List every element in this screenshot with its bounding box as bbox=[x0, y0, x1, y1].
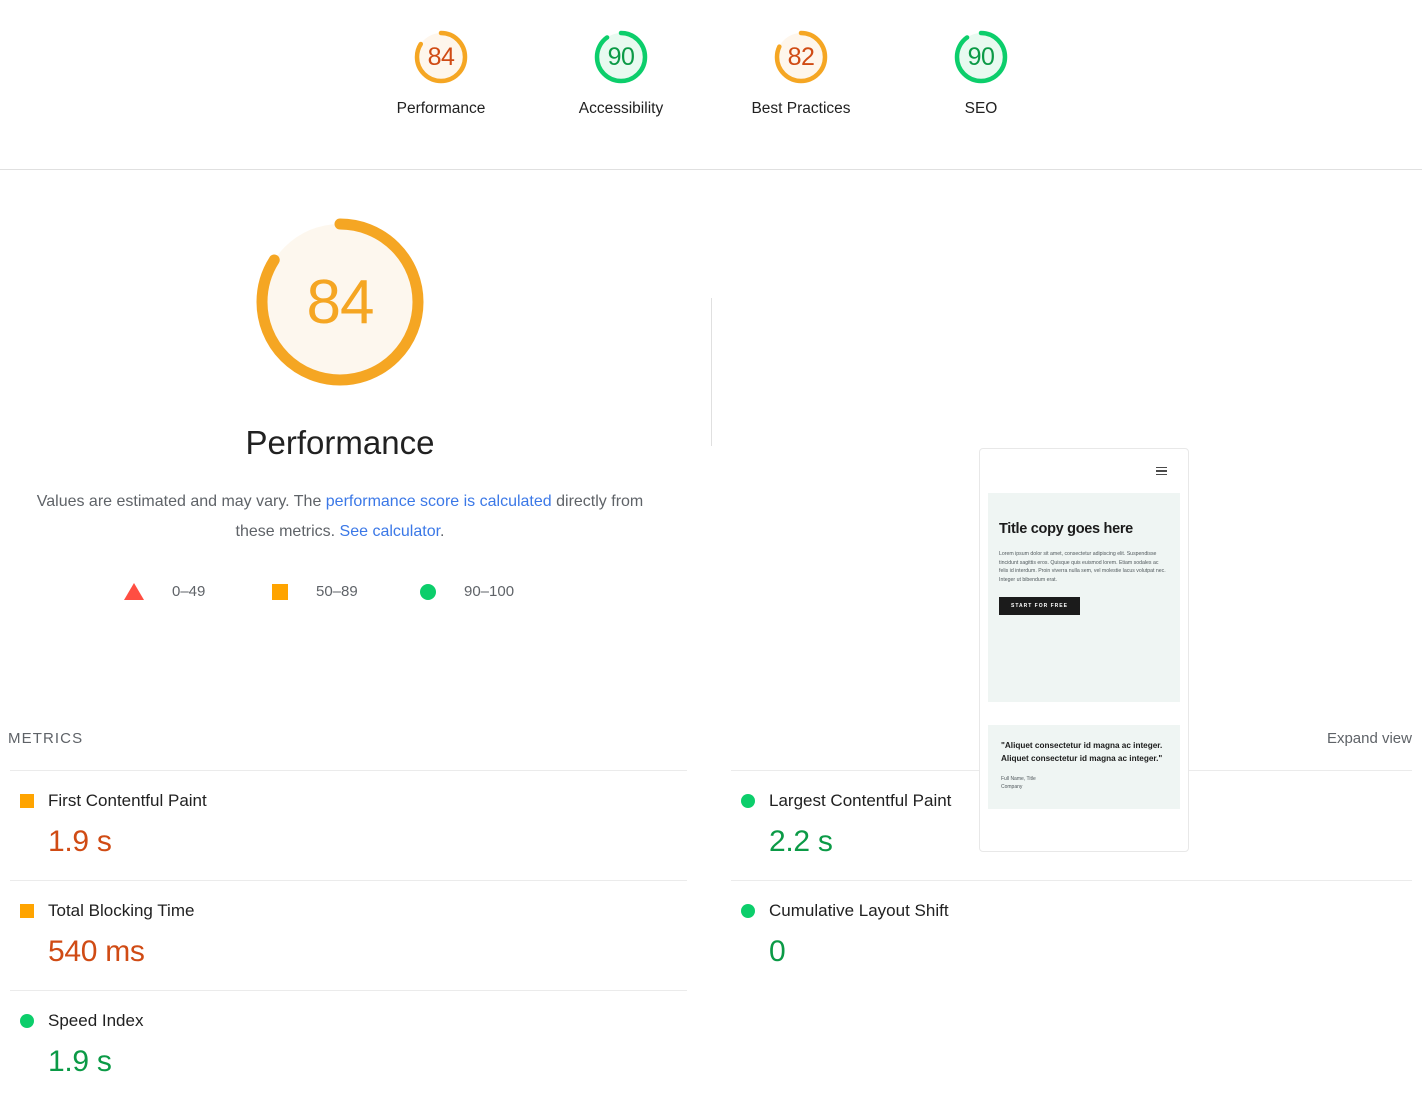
metric-value: 540 ms bbox=[48, 935, 145, 968]
expand-view-button[interactable]: Expand view bbox=[1327, 730, 1412, 747]
legend-range-label: 0–49 bbox=[172, 583, 206, 600]
score-gauge-accessibility[interactable]: 90 Accessibility bbox=[531, 26, 711, 118]
metric-value: 1.9 s bbox=[48, 1045, 112, 1078]
desc-text-3: . bbox=[440, 523, 445, 540]
hamburger-icon bbox=[1156, 466, 1167, 476]
metric-value: 0 bbox=[769, 935, 786, 968]
legend-range-label: 90–100 bbox=[464, 583, 515, 600]
gauge-label: Best Practices bbox=[751, 100, 851, 117]
performance-description: Values are estimated and may vary. The p… bbox=[0, 487, 680, 547]
gauge-label: Accessibility bbox=[578, 100, 664, 117]
score-gauge-seo[interactable]: 90 SEO bbox=[891, 26, 1071, 118]
score-gauges-list: 84 Performance 90 Accessibility 82 Best … bbox=[0, 0, 1422, 118]
triangle-icon bbox=[124, 583, 144, 600]
metric-row: Cumulative Layout Shift bbox=[741, 901, 1402, 921]
thumbnail-navbar bbox=[980, 449, 1188, 493]
metric-value: 1.9 s bbox=[48, 825, 112, 858]
thumbnail-attribution-name: Full Name, Title bbox=[1001, 776, 1036, 783]
gauge-ring: 90 bbox=[950, 26, 1012, 88]
gauge-ring: 82 bbox=[770, 26, 832, 88]
gauge-score-value: 84 bbox=[427, 42, 455, 71]
metrics-header: METRICS Expand view bbox=[0, 730, 1422, 770]
final-screenshot-thumbnail[interactable]: Title copy goes here Lorem ipsum dolor s… bbox=[979, 448, 1189, 852]
page-title: Performance bbox=[245, 424, 435, 461]
category-summary-section: 84 Performance Values are estimated and … bbox=[0, 170, 1422, 852]
square-icon bbox=[20, 904, 34, 918]
vertical-divider bbox=[711, 298, 712, 446]
circle-icon bbox=[741, 904, 755, 918]
gauge-label: Performance bbox=[396, 100, 486, 117]
thumbnail-hero: Title copy goes here Lorem ipsum dolor s… bbox=[988, 493, 1180, 702]
score-gauge-best-practices[interactable]: 82 Best Practices bbox=[711, 26, 891, 118]
metric-row: Speed Index bbox=[20, 1011, 677, 1031]
circle-icon bbox=[420, 583, 436, 600]
performance-score-value: 84 bbox=[306, 267, 375, 337]
square-icon bbox=[20, 794, 34, 808]
gauge-score-value: 90 bbox=[607, 42, 635, 71]
score-legend: 0–49 50–89 90–100 bbox=[0, 583, 680, 600]
gauge-ring: 84 bbox=[410, 26, 472, 88]
thumbnail-cta-button: START FOR FREE bbox=[999, 597, 1080, 616]
metric-item-total-blocking-time[interactable]: Total Blocking Time 540 ms bbox=[10, 880, 687, 990]
metrics-section-title: METRICS bbox=[8, 730, 84, 747]
circle-icon bbox=[741, 794, 755, 808]
thumbnail-attribution-company: Company bbox=[1001, 783, 1023, 790]
metric-label: Total Blocking Time bbox=[48, 901, 195, 920]
metric-label: Largest Contentful Paint bbox=[769, 791, 952, 810]
metric-item-first-contentful-paint[interactable]: First Contentful Paint 1.9 s bbox=[10, 770, 687, 880]
metric-label: Speed Index bbox=[48, 1011, 144, 1030]
thumbnail-attribution: Full Name, Title Company bbox=[1001, 776, 1167, 791]
performance-score-calculated-link[interactable]: performance score is calculated bbox=[326, 493, 552, 510]
metric-item-speed-index[interactable]: Speed Index 1.9 s bbox=[10, 990, 687, 1100]
metric-label: First Contentful Paint bbox=[48, 791, 207, 810]
circle-icon bbox=[20, 1014, 34, 1028]
score-gauges-bar: 84 Performance 90 Accessibility 82 Best … bbox=[0, 0, 1422, 170]
legend-range-label: 50–89 bbox=[316, 583, 358, 600]
metrics-grid: First Contentful Paint 1.9 s Total Block… bbox=[0, 770, 1422, 1100]
score-gauge-performance[interactable]: 84 Performance bbox=[351, 26, 531, 118]
metric-row: Total Blocking Time bbox=[20, 901, 677, 921]
performance-gauge[interactable]: 84 bbox=[250, 212, 430, 392]
desc-text-1: Values are estimated and may vary. The bbox=[36, 493, 326, 510]
square-icon bbox=[272, 583, 288, 600]
thumbnail-hero-body: Lorem ipsum dolor sit amet, consectetur … bbox=[999, 551, 1166, 583]
metric-label: Cumulative Layout Shift bbox=[769, 901, 949, 920]
gauge-ring: 90 bbox=[590, 26, 652, 88]
thumbnail-hero-title: Title copy goes here bbox=[999, 521, 1133, 537]
legend-item-pass: 90–100 bbox=[414, 583, 562, 600]
gauge-score-value: 82 bbox=[787, 42, 815, 71]
legend-item-average: 50–89 bbox=[266, 583, 414, 600]
see-calculator-link[interactable]: See calculator bbox=[340, 523, 441, 540]
gauge-label: SEO bbox=[964, 100, 998, 117]
metrics-column-left: First Contentful Paint 1.9 s Total Block… bbox=[0, 770, 711, 1100]
gauge-score-value: 90 bbox=[967, 42, 995, 71]
metric-item-cumulative-layout-shift[interactable]: Cumulative Layout Shift 0 bbox=[731, 880, 1412, 990]
metric-row: First Contentful Paint bbox=[20, 791, 677, 811]
performance-category-panel: 84 Performance Values are estimated and … bbox=[0, 170, 680, 600]
legend-item-fail: 0–49 bbox=[118, 583, 266, 600]
